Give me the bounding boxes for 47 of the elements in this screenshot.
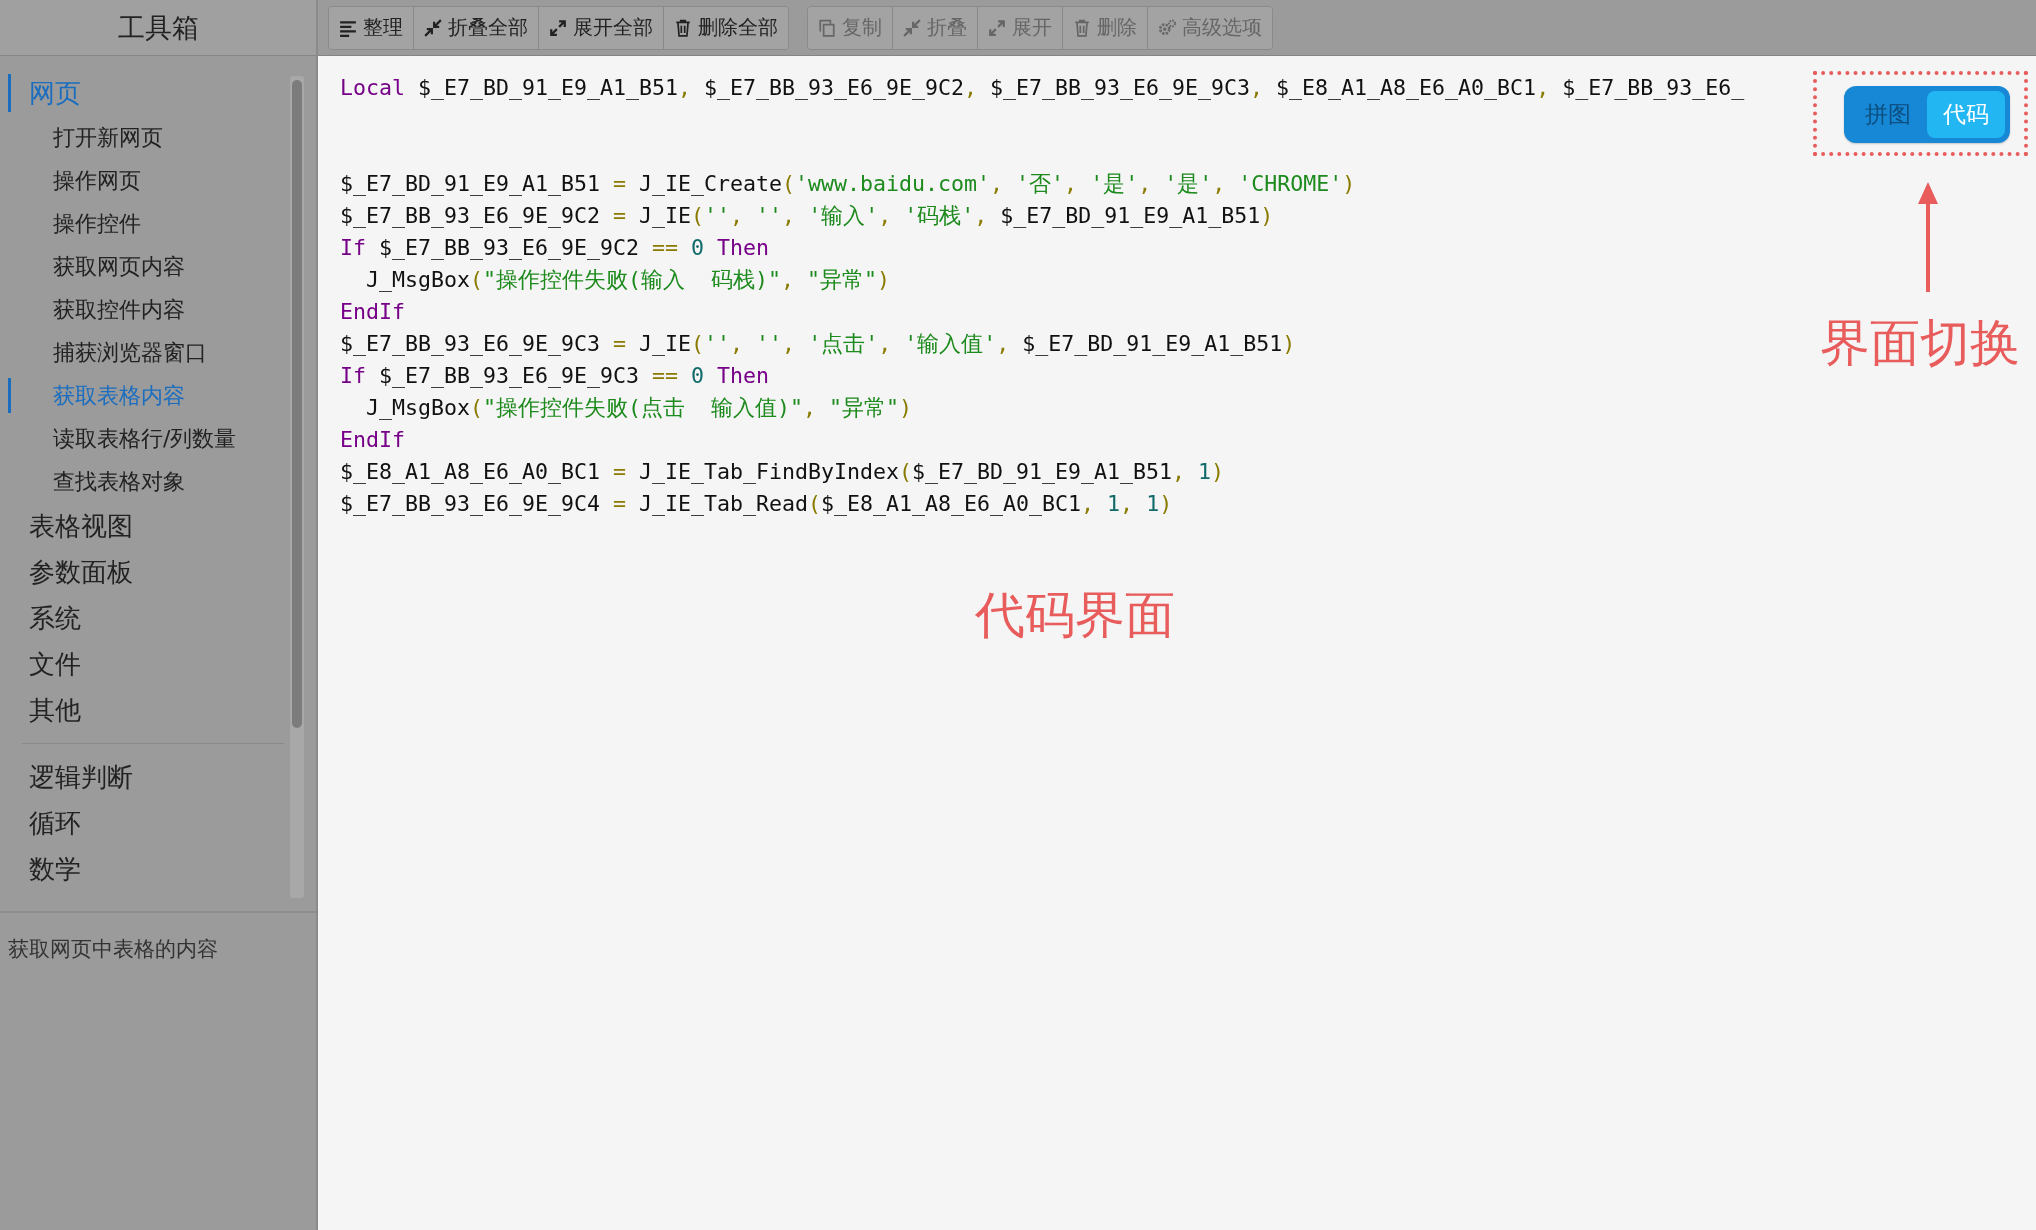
- code-line: $_E7_BB_93_E6_9E_9C2 = J_IE('', '', '输入', '码栈', $_E7_BD_91_E9_A1_B51): [340, 202, 1274, 230]
- sidebar-item[interactable]: 捕获浏览器窗口: [0, 331, 290, 374]
- scrollbar-thumb[interactable]: [292, 80, 302, 728]
- category-item[interactable]: 参数面板: [0, 549, 290, 595]
- sidebar-title: 工具箱: [117, 10, 199, 45]
- code-line: J_MsgBox("操作控件失败(点击 输入值)", "异常"): [365, 394, 913, 422]
- annotation-text: 界面切换: [1820, 318, 2020, 368]
- category-item[interactable]: 文件: [0, 641, 290, 687]
- category-item[interactable]: 逻辑判断: [0, 754, 290, 800]
- scrollbar-track[interactable]: [290, 76, 304, 898]
- sidebar-item[interactable]: 查找表格对象: [0, 460, 290, 503]
- category-item[interactable]: 循环: [0, 800, 290, 846]
- sidebar-item[interactable]: 读取表格行/列数量: [0, 417, 290, 460]
- toolbar-button[interactable]: 整理: [329, 6, 414, 49]
- trash-icon: [674, 18, 692, 37]
- annotation-text: 代码界面: [975, 590, 1175, 640]
- collapse-arrows-icon: [424, 18, 442, 37]
- code-line: If $_E7_BB_93_E6_9E_9C3 == 0 Then: [340, 362, 770, 390]
- code-line: $_E7_BB_93_E6_9E_9C3 = J_IE('', '', '点击', '输入值', $_E7_BD_91_E9_A1_B51): [340, 330, 1296, 358]
- align-left-icon: [339, 18, 357, 37]
- copy-icon: [818, 18, 836, 37]
- category-item[interactable]: 表格视图: [0, 503, 290, 549]
- trash-icon: [1073, 18, 1091, 37]
- expand-arrows-icon: [549, 18, 567, 37]
- sidebar-item[interactable]: 操作控件: [0, 202, 290, 245]
- code-line: If $_E7_BB_93_E6_9E_9C2 == 0 Then: [340, 234, 770, 262]
- gears-icon: [1158, 18, 1176, 37]
- sidebar-item[interactable]: 获取网页内容: [0, 245, 290, 288]
- sidebar-item[interactable]: 获取控件内容: [0, 288, 290, 331]
- code-line: EndIf: [340, 426, 405, 454]
- expand-arrows-icon: [988, 18, 1006, 37]
- code-line: Local $_E7_BD_91_E9_A1_B51, $_E7_BB_93_E6_9E_9C2, $_E7_BB_93_E6_9E_9C3, $_E8_A1_A8_E6_A0_BC1, $_E7_BB_93_E6_: [340, 74, 1745, 102]
- category-item[interactable]: 数学: [0, 846, 290, 892]
- category-item[interactable]: 系统: [0, 595, 290, 641]
- collapse-arrows-icon: [903, 18, 921, 37]
- code-line: $_E7_BD_91_E9_A1_B51 = J_IE_Create('www.baidu.com', '否', '是', '是', 'CHROME'): [340, 170, 1356, 198]
- toolbar-button[interactable]: 折叠全部: [414, 6, 539, 49]
- description-text: 获取网页中表格的内容: [7, 936, 219, 963]
- category-item[interactable]: 其他: [0, 687, 290, 733]
- toolbar-button[interactable]: 展开全部: [539, 6, 664, 49]
- sidebar-item[interactable]: 打开新网页: [0, 116, 290, 159]
- sidebar-item[interactable]: 操作网页: [0, 159, 290, 202]
- code-line: $_E8_A1_A8_E6_A0_BC1 = J_IE_Tab_FindByIndex($_E7_BD_91_E9_A1_B51, 1): [340, 458, 1225, 486]
- toolbar-button[interactable]: 删除全部: [664, 6, 788, 49]
- code-line: EndIf: [340, 298, 405, 326]
- code-line: $_E7_BB_93_E6_9E_9C4 = J_IE_Tab_Read($_E8_A1_A8_E6_A0_BC1, 1, 1): [340, 490, 1173, 518]
- code-line: J_MsgBox("操作控件失败(输入 码栈)", "异常"): [365, 266, 891, 294]
